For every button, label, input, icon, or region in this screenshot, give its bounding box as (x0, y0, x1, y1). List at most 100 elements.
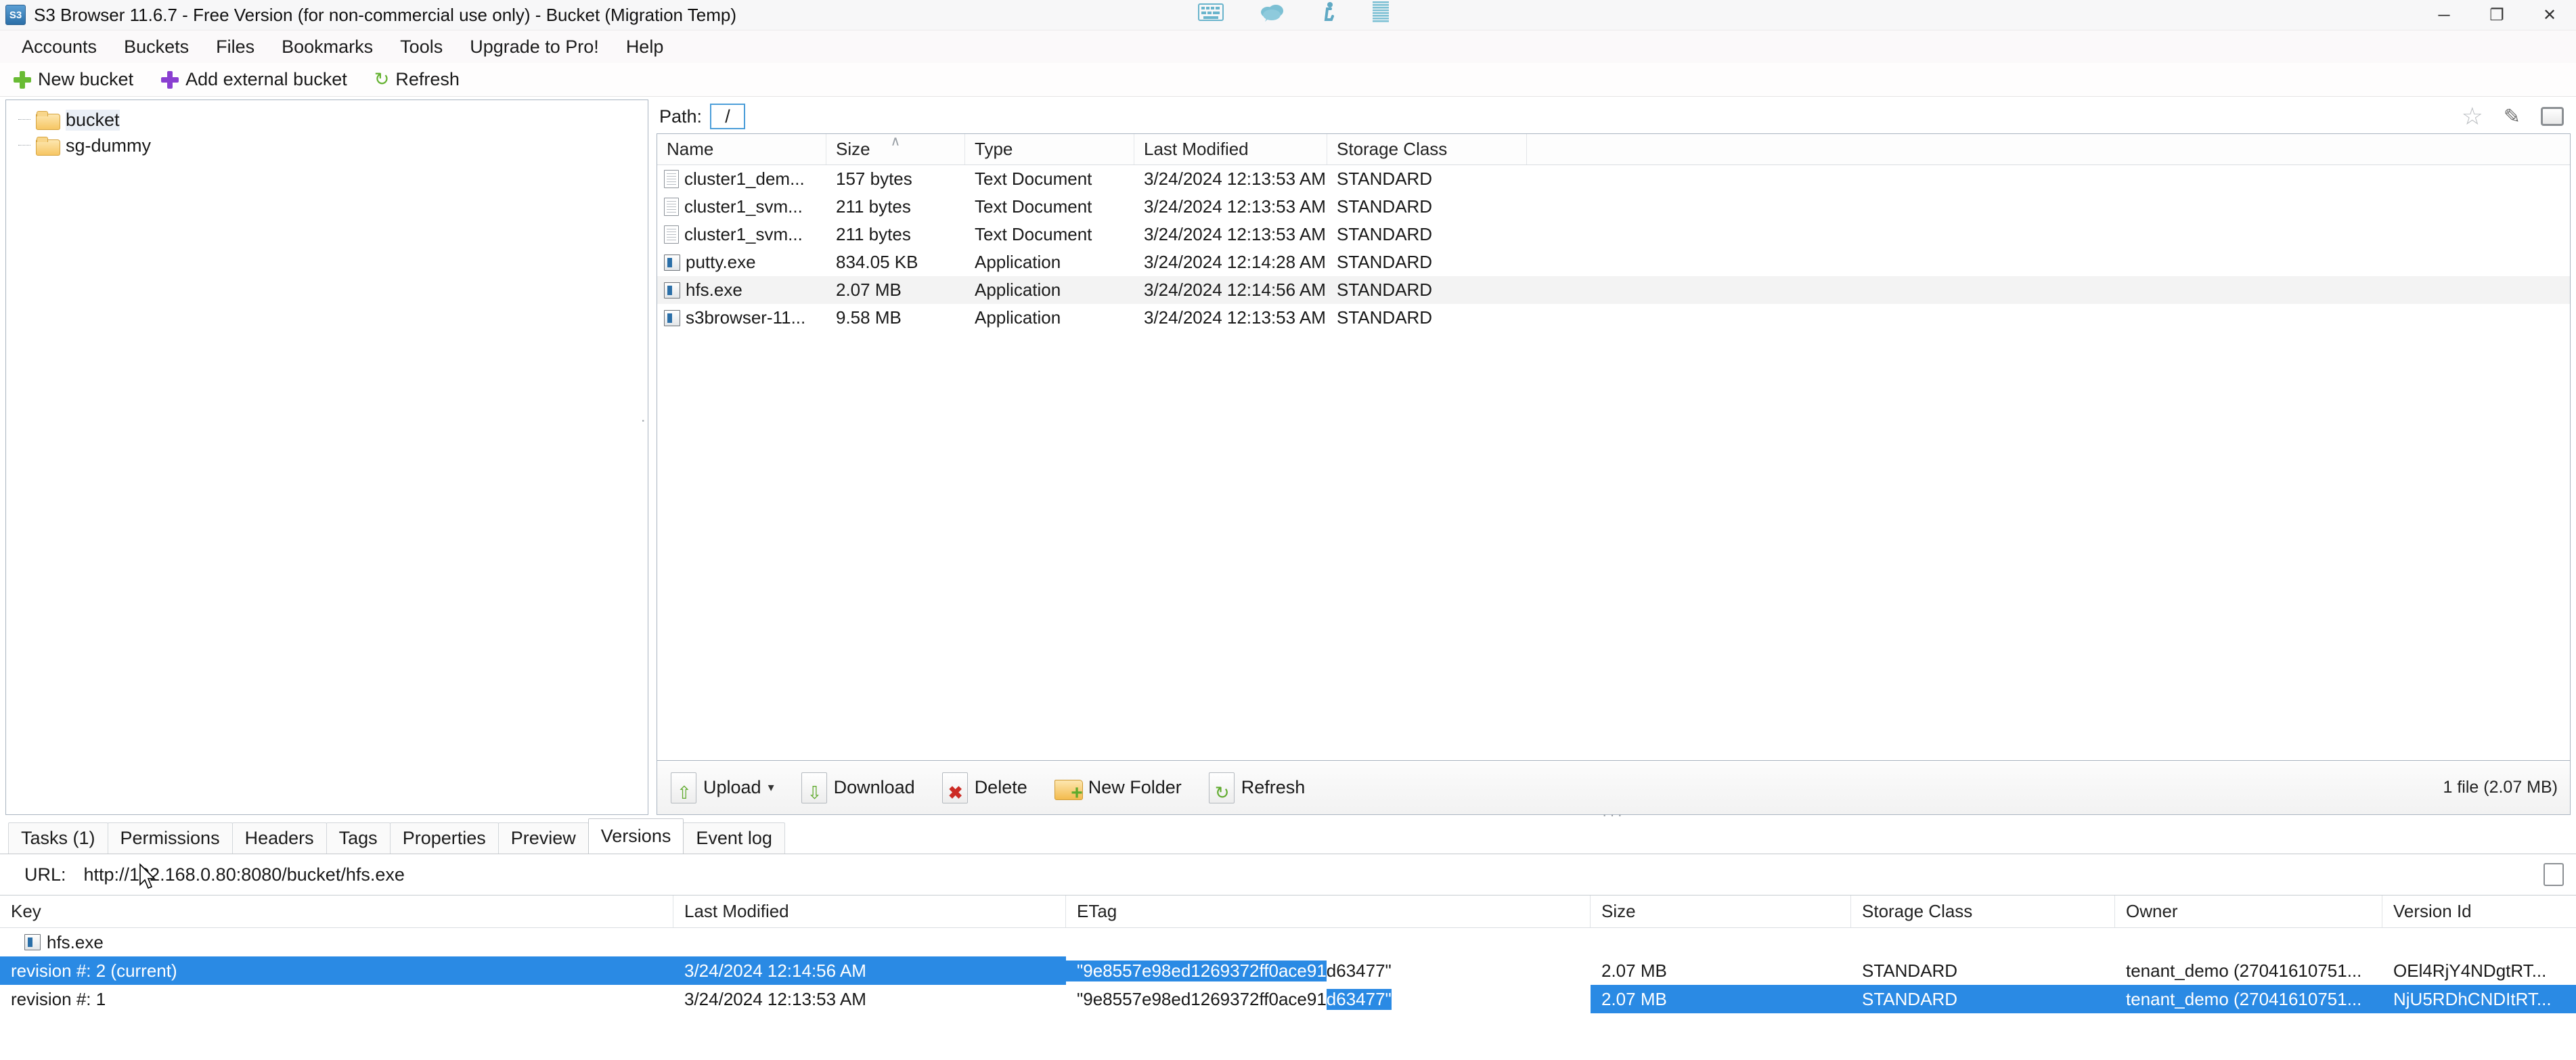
download-label: Download (833, 777, 915, 797)
file-name: cluster1_svm... (684, 196, 803, 217)
versions-file-name: hfs.exe (47, 931, 104, 952)
cloud-icon[interactable] (1259, 2, 1286, 27)
tab-preview[interactable]: Preview (497, 822, 589, 854)
down-arrow-glyph: ⇩ (807, 782, 822, 803)
file-filler-cell (1527, 193, 2570, 221)
bucket-tree: bucket sg-dummy (6, 100, 648, 158)
file-modified-cell: 3/24/2024 12:13:53 AM (1144, 196, 1326, 217)
menu-files[interactable]: Files (202, 32, 268, 62)
file-name-cell: cluster1_svm... (657, 221, 826, 248)
add-external-bucket-button[interactable]: Add external bucket (157, 67, 351, 92)
tab-tags[interactable]: Tags (326, 822, 391, 854)
table-row[interactable]: cluster1_dem... 157 bytes Text Document … (657, 165, 2570, 193)
url-value[interactable]: http://192.168.0.80:8080/bucket/hfs.exe (84, 864, 405, 885)
table-row[interactable]: hfs.exe 2.07 MB Application 3/24/2024 12… (657, 276, 2570, 304)
empty-cell (673, 928, 1066, 956)
star-icon[interactable]: ☆ (2462, 104, 2483, 129)
column-header-size[interactable]: ∧ Size (826, 134, 965, 164)
tab-event-log[interactable]: Event log (683, 822, 785, 854)
path-label: Path: (659, 106, 703, 127)
details-tabs: Tasks (1) Permissions Headers Tags Prope… (0, 818, 2576, 854)
file-filler-cell (1527, 165, 2570, 193)
refresh-buckets-button[interactable]: ↻ Refresh (371, 67, 463, 92)
file-type-cell: Application (975, 252, 1061, 272)
file-name: cluster1_svm... (684, 224, 803, 244)
table-row[interactable]: cluster1_svm... 211 bytes Text Document … (657, 221, 2570, 248)
buckets-panel: bucket sg-dummy · (5, 100, 652, 815)
menu-buckets[interactable]: Buckets (110, 32, 202, 62)
menu-upgrade-to-pro[interactable]: Upgrade to Pro! (456, 32, 613, 62)
column-header-storage-class[interactable]: Storage Class (1327, 134, 1527, 164)
menu-help[interactable]: Help (613, 32, 678, 62)
empty-cell (2115, 928, 2382, 956)
file-storage-cell: STANDARD (1337, 196, 1433, 217)
file-size-cell: 211 bytes (836, 224, 911, 244)
delete-button[interactable]: ✖ Delete (941, 772, 1027, 803)
vertical-splitter[interactable]: · (635, 418, 652, 424)
new-bucket-button[interactable]: New bucket (9, 67, 137, 92)
file-filler-cell (1527, 276, 2570, 304)
column-header-size[interactable]: Size (1591, 896, 1851, 927)
title-bar: S3 S3 Browser 11.6.7 - Free Version (for… (0, 0, 2576, 30)
table-row[interactable]: revision #: 2 (current) 3/24/2024 12:14:… (0, 956, 2576, 985)
path-bar: Path: / ☆ ✎ (657, 100, 2571, 133)
application-icon (664, 309, 680, 326)
column-header-name[interactable]: Name (657, 134, 826, 164)
file-name-cell: s3browser-11... (657, 304, 826, 332)
close-button[interactable]: ✕ (2523, 0, 2576, 30)
table-row[interactable]: cluster1_svm... 211 bytes Text Document … (657, 193, 2570, 221)
tab-headers[interactable]: Headers (231, 822, 327, 854)
tab-tasks[interactable]: Tasks (1) (8, 822, 108, 854)
version-etag-cell: "9e8557e98ed1269372ff0ace91 d63477" (1066, 985, 1591, 1013)
bucket-tree-item-bucket[interactable]: bucket (18, 107, 648, 133)
file-type-cell: Text Document (975, 224, 1092, 244)
column-header-etag[interactable]: ETag (1066, 896, 1591, 927)
pencil-icon[interactable]: ✎ (2504, 105, 2521, 129)
keyboard-icon[interactable] (1198, 3, 1224, 26)
horizontal-splitter[interactable]: ··· (1602, 806, 1625, 824)
path-input[interactable]: / (710, 104, 746, 129)
tab-properties[interactable]: Properties (389, 822, 499, 854)
bucket-tree-item-sg-dummy[interactable]: sg-dummy (18, 133, 648, 158)
column-header-storage-class[interactable]: Storage Class (1851, 896, 2115, 927)
download-button[interactable]: ⇩ Download (801, 772, 915, 803)
column-header-version-id[interactable]: Version Id (2382, 896, 2576, 927)
copy-icon[interactable] (2544, 863, 2564, 886)
versions-file-row[interactable]: hfs.exe (0, 928, 2576, 956)
info-icon[interactable] (1321, 1, 1337, 28)
minimize-button[interactable]: ─ (2418, 0, 2470, 30)
file-storage-cell: STANDARD (1337, 307, 1433, 328)
bars-icon[interactable] (1373, 1, 1390, 28)
column-header-last-modified[interactable]: Last Modified (1134, 134, 1327, 164)
column-header-last-modified[interactable]: Last Modified (673, 896, 1066, 927)
column-header-key[interactable]: Key (0, 896, 673, 927)
tab-permissions[interactable]: Permissions (107, 822, 233, 854)
chevron-down-icon[interactable]: ▾ (768, 780, 774, 795)
upload-button[interactable]: ⇧ Upload ▾ (671, 772, 774, 803)
new-folder-button[interactable]: New Folder (1054, 776, 1182, 803)
column-header-owner[interactable]: Owner (2115, 896, 2382, 927)
maximize-button[interactable]: ❐ (2470, 0, 2523, 30)
column-header-type[interactable]: Type (965, 134, 1134, 164)
table-row[interactable]: s3browser-11... 9.58 MB Application 3/24… (657, 304, 2570, 332)
menu-accounts[interactable]: Accounts (8, 32, 110, 62)
new-bucket-label: New bucket (38, 69, 134, 89)
file-list-header: Name ∧ Size Type Last Modified Storage C… (657, 134, 2570, 165)
refresh-files-button[interactable]: ↻ Refresh (1208, 772, 1305, 803)
tab-versions[interactable]: Versions (587, 818, 684, 854)
version-id-cell: OEl4RjY4NDgtRT... (2393, 960, 2547, 981)
version-etag-part2: d63477" (1326, 988, 1392, 1010)
empty-cell (1066, 928, 1591, 956)
download-icon: ⇩ (801, 772, 827, 803)
application-icon (664, 282, 680, 299)
folder-icon (36, 137, 60, 156)
version-etag-part1: "9e8557e98ed1269372ff0ace91 (1077, 988, 1327, 1009)
table-row[interactable]: revision #: 1 3/24/2024 12:13:53 AM "9e8… (0, 985, 2576, 1013)
files-panel: Path: / ☆ ✎ Name ∧ Size Type Last Modifi… (657, 100, 2571, 823)
table-row[interactable]: putty.exe 834.05 KB Application 3/24/202… (657, 248, 2570, 276)
version-storage-cell: STANDARD (1851, 985, 2115, 1013)
application-icon (664, 254, 680, 271)
panel-icon[interactable] (2541, 107, 2564, 126)
menu-tools[interactable]: Tools (386, 32, 456, 62)
menu-bookmarks[interactable]: Bookmarks (268, 32, 386, 62)
